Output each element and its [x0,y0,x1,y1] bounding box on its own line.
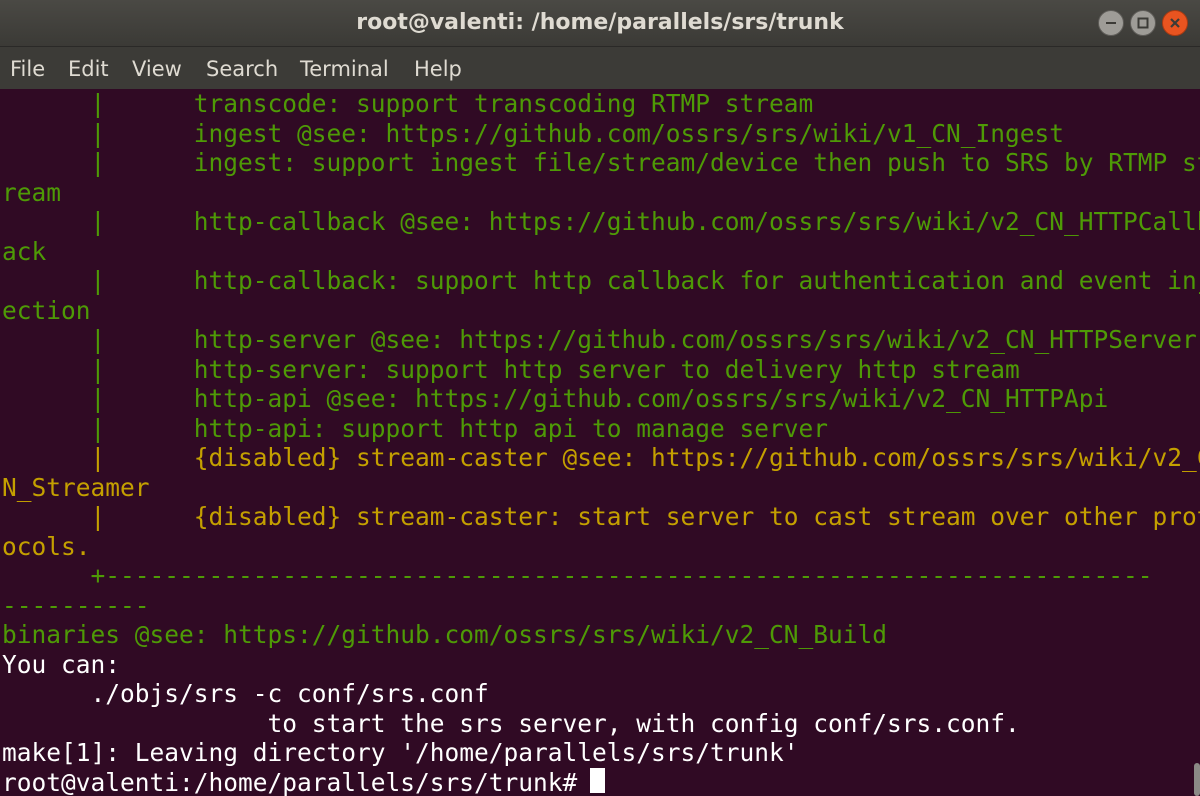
terminal-line: | ingest @see: https://github.com/ossrs/… [2,118,1065,148]
terminal-line: You can: [2,649,121,679]
terminal-line: | transcode: support transcoding RTMP st… [2,89,814,118]
terminal-line: | http-callback: support http callback f… [2,266,1200,295]
title-bar[interactable]: root@valenti: /home/parallels/srs/trunk [0,0,1200,47]
terminal-line: | http-server: support http server to de… [2,354,1020,384]
terminal-line: ---------- [2,590,150,620]
menu-view[interactable]: View [132,47,182,89]
close-button[interactable] [1162,10,1188,36]
minimize-icon [1106,22,1116,24]
menu-edit[interactable]: Edit [68,47,109,89]
menu-file[interactable]: File [10,47,45,89]
terminal-cursor [590,768,605,793]
terminal-line: ection [2,295,91,325]
close-icon [1170,18,1180,28]
terminal-line: | http-api @see: https://github.com/ossr… [2,384,1109,413]
terminal-line: ./objs/srs -c conf/srs.conf [2,679,489,708]
terminal-line: | {disabled} stream-caster: start server… [2,502,1200,531]
scrollbar-thumb[interactable] [1194,763,1200,796]
terminal-line: | http-server @see: https://github.com/o… [2,325,1197,354]
terminal-line: +---------------------------------------… [2,561,1153,590]
terminal-window: root@valenti: /home/parallels/srs/trunk … [0,0,1200,796]
menu-help[interactable]: Help [414,47,462,89]
terminal-line: ream [2,177,62,207]
terminal-line: | ingest: support ingest file/stream/dev… [2,148,1200,177]
terminal-line: | {disabled} stream-caster @see: https:/… [2,443,1200,472]
terminal-line: ocols. [2,531,91,561]
window-title: root@valenti: /home/parallels/srs/trunk [356,10,844,35]
menu-bar: File Edit View Search Terminal Help [0,47,1200,89]
terminal-line: | http-callback @see: https://github.com… [2,207,1200,236]
terminal-output[interactable]: | transcode: support transcoding RTMP st… [0,89,1200,796]
menu-terminal[interactable]: Terminal [300,47,389,89]
terminal-line: N_Streamer [2,472,150,502]
terminal-line: ack [2,236,47,266]
terminal-line: | http-api: support http api to manage s… [2,413,829,443]
terminal-line: make[1]: Leaving directory '/home/parall… [2,738,799,767]
menu-search[interactable]: Search [206,47,278,89]
terminal-line: binaries @see: https://github.com/ossrs/… [2,620,888,649]
terminal-line: to start the srs server, with config con… [2,708,1020,738]
maximize-button[interactable] [1130,10,1156,36]
terminal-prompt: root@valenti:/home/parallels/srs/trunk# [2,767,593,796]
maximize-icon [1137,17,1149,29]
minimize-button[interactable] [1098,10,1124,36]
